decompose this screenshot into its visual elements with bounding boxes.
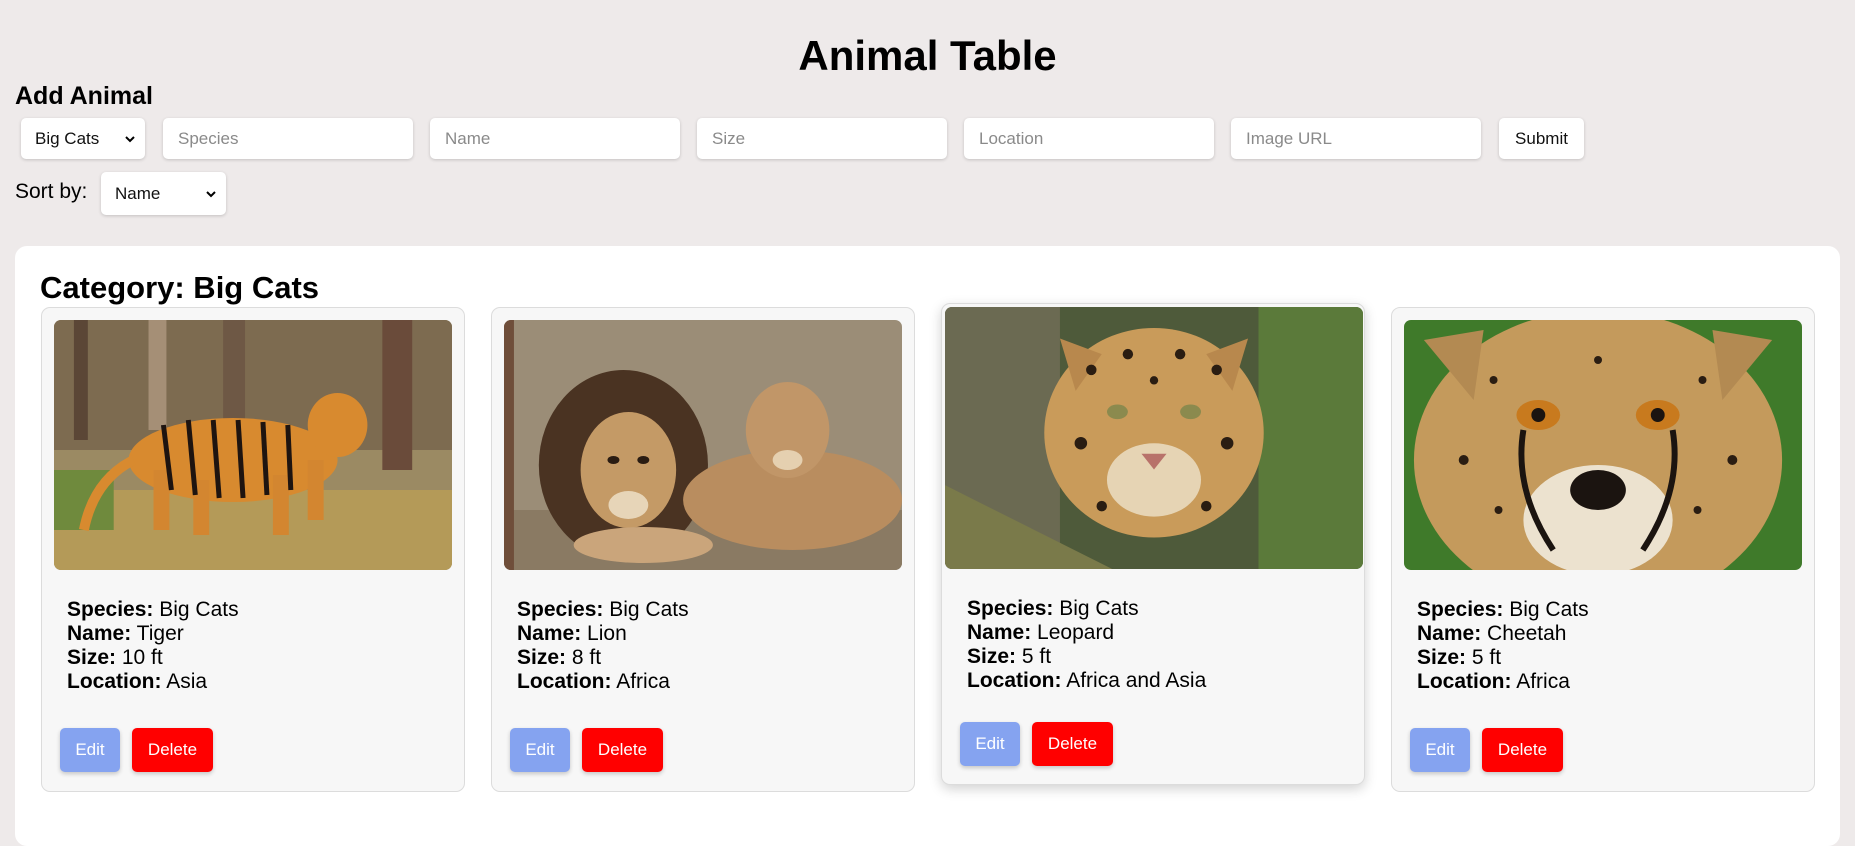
location-label: Location: bbox=[67, 670, 162, 693]
species-label: Species: bbox=[67, 598, 154, 621]
lion-image bbox=[504, 320, 902, 570]
cheetah-image bbox=[1404, 320, 1802, 570]
location-row: Location: Asia bbox=[67, 670, 239, 694]
category-select[interactable]: Big Cats bbox=[21, 118, 145, 159]
name-label: Name: bbox=[517, 622, 582, 645]
tiger-image bbox=[54, 320, 452, 570]
edit-button[interactable]: Edit bbox=[510, 728, 570, 772]
name-row: Name: Cheetah bbox=[1417, 622, 1589, 646]
size-value: 5 ft bbox=[1471, 646, 1502, 669]
size-row: Size: 10 ft bbox=[67, 646, 239, 670]
size-value: 5 ft bbox=[1021, 645, 1052, 668]
animal-card: Species: Big Cats Name: Lion Size: 8 ft … bbox=[491, 307, 915, 792]
name-input[interactable] bbox=[430, 118, 680, 159]
size-row: Size: 8 ft bbox=[517, 646, 689, 670]
leopard-image bbox=[945, 307, 1363, 569]
animal-info: Species: Big Cats Name: Cheetah Size: 5 … bbox=[1417, 598, 1589, 694]
name-value: Cheetah bbox=[1487, 622, 1567, 645]
submit-button[interactable]: Submit bbox=[1499, 118, 1584, 159]
name-label: Name: bbox=[1417, 622, 1482, 645]
name-label: Name: bbox=[967, 621, 1032, 644]
species-row: Species: Big Cats bbox=[1417, 598, 1589, 622]
animal-card: Species: Big Cats Name: Cheetah Size: 5 … bbox=[1391, 307, 1815, 792]
name-row: Name: Lion bbox=[517, 622, 689, 646]
location-input[interactable] bbox=[964, 118, 1214, 159]
size-value: 8 ft bbox=[571, 646, 602, 669]
species-value: Big Cats bbox=[159, 598, 239, 621]
sort-select[interactable]: Name bbox=[101, 172, 226, 215]
name-row: Name: Leopard bbox=[967, 621, 1206, 645]
name-value: Lion bbox=[587, 622, 627, 645]
name-row: Name: Tiger bbox=[67, 622, 239, 646]
name-value: Tiger bbox=[136, 622, 184, 645]
add-animal-heading: Add Animal bbox=[15, 82, 153, 110]
location-label: Location: bbox=[1417, 670, 1512, 693]
size-row: Size: 5 ft bbox=[1417, 646, 1589, 670]
location-value: Asia bbox=[166, 670, 208, 693]
image-url-input[interactable] bbox=[1231, 118, 1481, 159]
size-label: Size: bbox=[967, 645, 1017, 668]
species-value: Big Cats bbox=[1059, 597, 1139, 620]
size-input[interactable] bbox=[697, 118, 947, 159]
size-label: Size: bbox=[517, 646, 567, 669]
delete-button[interactable]: Delete bbox=[132, 728, 213, 772]
delete-button[interactable]: Delete bbox=[1032, 722, 1113, 766]
category-title: Category: Big Cats bbox=[40, 270, 320, 305]
location-label: Location: bbox=[967, 669, 1062, 692]
animal-info: Species: Big Cats Name: Lion Size: 8 ft … bbox=[517, 598, 689, 694]
location-row: Location: Africa bbox=[517, 670, 689, 694]
location-value: Africa bbox=[616, 670, 670, 693]
animal-info: Species: Big Cats Name: Leopard Size: 5 … bbox=[967, 597, 1206, 693]
species-label: Species: bbox=[967, 597, 1054, 620]
sort-select-wrapper: Name bbox=[101, 172, 226, 215]
location-row: Location: Africa and Asia bbox=[967, 669, 1206, 693]
size-label: Size: bbox=[1417, 646, 1467, 669]
species-row: Species: Big Cats bbox=[67, 598, 239, 622]
species-label: Species: bbox=[517, 598, 604, 621]
page-title: Animal Table bbox=[798, 32, 1057, 79]
species-value: Big Cats bbox=[1509, 598, 1589, 621]
name-value: Leopard bbox=[1037, 621, 1115, 644]
size-label: Size: bbox=[67, 646, 117, 669]
animal-info: Species: Big Cats Name: Tiger Size: 10 f… bbox=[67, 598, 239, 694]
sort-label: Sort by: bbox=[15, 180, 88, 203]
species-row: Species: Big Cats bbox=[517, 598, 689, 622]
edit-button[interactable]: Edit bbox=[960, 722, 1020, 766]
edit-button[interactable]: Edit bbox=[60, 728, 120, 772]
edit-button[interactable]: Edit bbox=[1410, 728, 1470, 772]
species-value: Big Cats bbox=[609, 598, 689, 621]
location-value: Africa bbox=[1516, 670, 1570, 693]
species-input[interactable] bbox=[163, 118, 413, 159]
delete-button[interactable]: Delete bbox=[582, 728, 663, 772]
location-label: Location: bbox=[517, 670, 612, 693]
species-label: Species: bbox=[1417, 598, 1504, 621]
location-row: Location: Africa bbox=[1417, 670, 1589, 694]
animal-card: Species: Big Cats Name: Tiger Size: 10 f… bbox=[41, 307, 465, 792]
location-value: Africa and Asia bbox=[1066, 669, 1207, 692]
animal-card: Species: Big Cats Name: Leopard Size: 5 … bbox=[941, 303, 1365, 785]
delete-button[interactable]: Delete bbox=[1482, 728, 1563, 772]
size-value: 10 ft bbox=[121, 646, 163, 669]
category-select-wrapper: Big Cats bbox=[21, 118, 145, 159]
size-row: Size: 5 ft bbox=[967, 645, 1206, 669]
species-row: Species: Big Cats bbox=[967, 597, 1206, 621]
name-label: Name: bbox=[67, 622, 132, 645]
